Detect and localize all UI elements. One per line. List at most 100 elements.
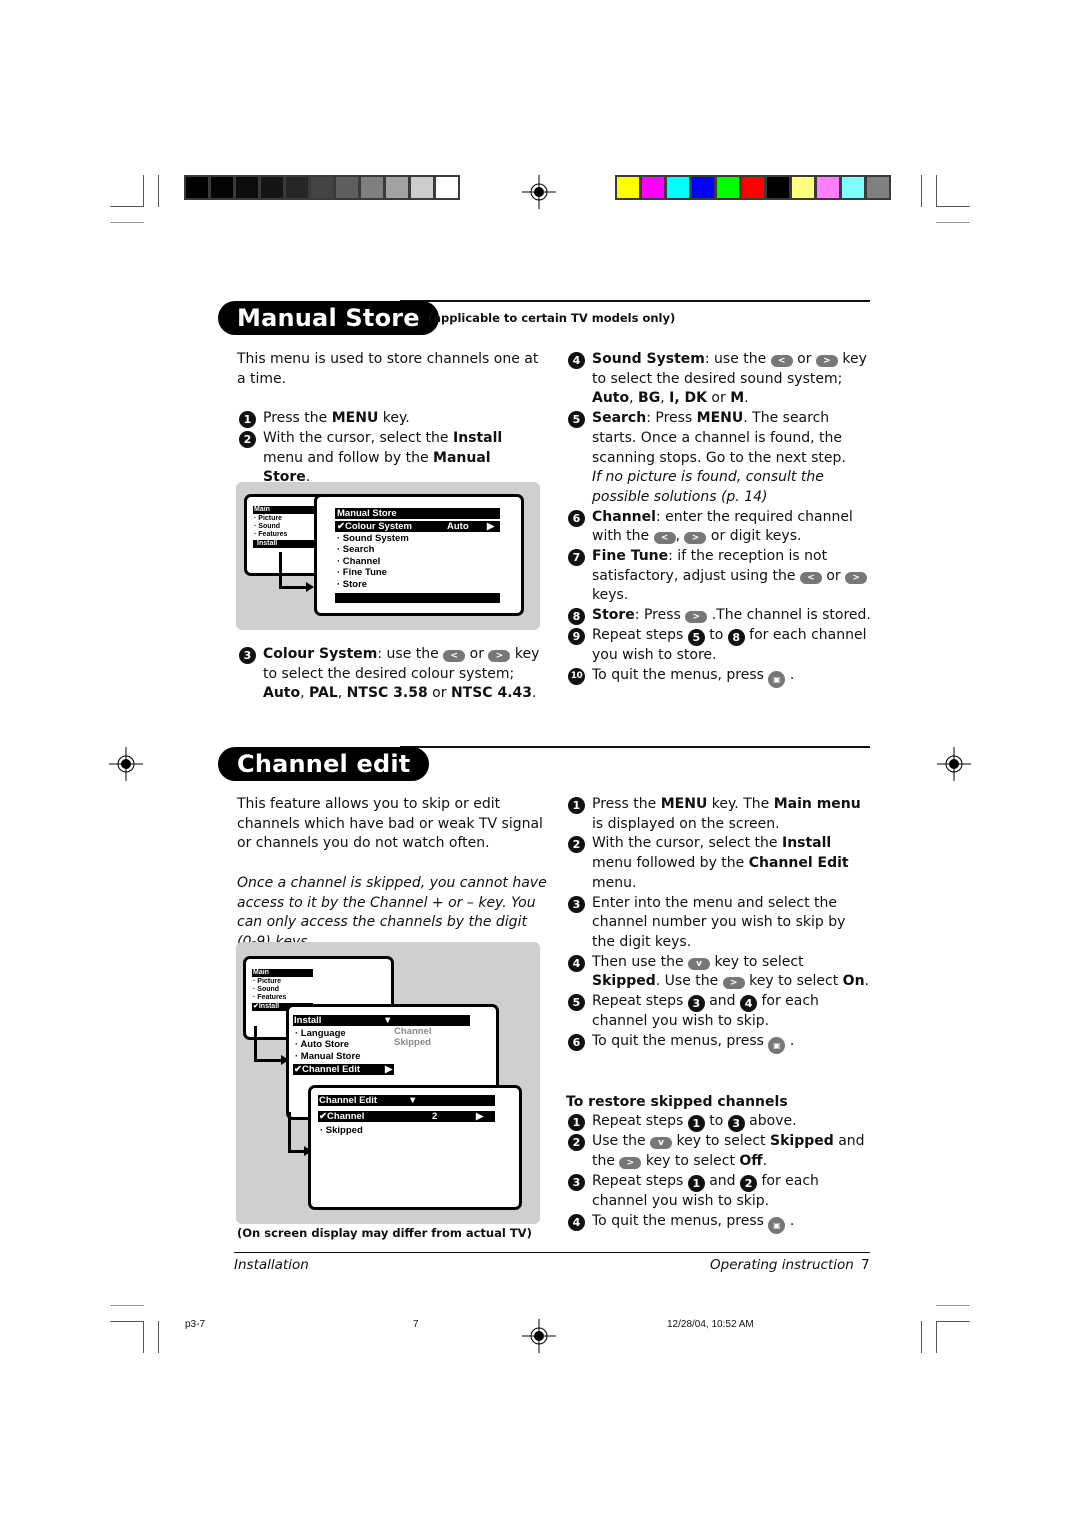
osd-items: · Sound System · Search · Channel · Fine… [337, 533, 409, 590]
manual-store-right-column: 4 Sound System: use the < or > key to sel… [566, 350, 871, 688]
calibration-swatch [667, 177, 689, 198]
osd-item: · Auto Store [295, 1039, 350, 1051]
crop-mark [110, 206, 144, 207]
crop-mark [158, 1321, 159, 1353]
color-calibration-bar [615, 175, 891, 200]
step-number-badge: 6 [568, 509, 585, 527]
osd-connector-line [279, 552, 282, 588]
osd-menu-title: Install [294, 1015, 322, 1026]
osd-item: · Sound System [337, 533, 409, 544]
slug-timestamp: 12/28/04, 10:52 AM [667, 1319, 754, 1330]
crop-mark [936, 1321, 970, 1322]
slug-file-label: p3-7 [185, 1319, 206, 1330]
osd-main-title: Main [252, 969, 313, 978]
down-key-icon: v [650, 1137, 673, 1150]
menu-key-icon: ▣ [768, 1036, 786, 1054]
right-key-icon: > [684, 532, 707, 545]
grayscale-calibration-bar [184, 175, 460, 200]
osd-selected-label: ✔Channel Edit [294, 1064, 361, 1075]
osd-selected-label: ✔Colour System [337, 521, 413, 532]
restore-step-1: 1 Repeat steps 1 to 3 above. [566, 1112, 871, 1133]
osd-install-selected-row: ✔Channel Edit ▶ [293, 1064, 394, 1076]
right-key-icon: > [815, 355, 838, 367]
arrow-right-icon [306, 582, 314, 592]
step-number-badge: 4 [568, 352, 585, 369]
right-key-icon: > [488, 650, 511, 662]
osd-selected-row: ✔Colour System Auto ▶ [335, 521, 500, 533]
step-number-badge: 1 [568, 797, 585, 814]
calibration-swatch [236, 177, 258, 198]
step-number-badge: 9 [568, 627, 585, 645]
calibration-swatch [361, 177, 383, 198]
osd-item: · Channel [337, 555, 381, 567]
slug-page-number: 7 [413, 1319, 419, 1330]
osd-item: · Fine Tune [337, 567, 387, 579]
calibration-swatch [767, 177, 789, 198]
channel-edit-right-column: 1 Press the MENU key. The Main menu is di… [566, 795, 871, 1234]
step-number-badge: 4 [568, 1213, 585, 1231]
step-number-badge: 1 [568, 1114, 585, 1132]
step-number-badge: 3 [239, 647, 256, 664]
osd-channel-selected-row: ✔Channel 2 ▶ [318, 1111, 495, 1123]
step-number-badge: 8 [568, 608, 585, 626]
osd-selected-value: Auto [447, 521, 469, 532]
arrow-right-icon: ▶ [476, 1111, 484, 1122]
osd-main-selected-item: Install [253, 540, 317, 549]
left-key-icon: < [653, 532, 676, 545]
calibration-swatch [792, 177, 814, 198]
manual-store-step-2: 2 With the cursor, select the Install men… [237, 429, 542, 488]
page-number: 7 [861, 1257, 870, 1273]
arrow-right-icon: ▶ [487, 521, 495, 532]
manual-store-intro: This menu is used to store channels one … [237, 351, 539, 387]
calibration-swatch [386, 177, 408, 198]
osd-disclaimer: (On screen display may differ from actua… [237, 1226, 532, 1240]
crop-mark [936, 1305, 970, 1306]
step-number-badge: 2 [568, 1134, 585, 1152]
crop-mark [936, 222, 970, 223]
crop-mark [158, 175, 159, 207]
step-number-badge: 4 [568, 954, 585, 972]
osd-ghost-label: Channel [394, 1026, 432, 1037]
osd-illustration-channel-edit: Main · Picture · Sound · Features ✔Insta… [236, 942, 540, 1224]
channel-edit-step-1: 1 Press the MENU key. The Main menu is di… [566, 795, 871, 834]
channel-edit-step-3: 3 Enter into the menu and select the chan… [566, 894, 871, 953]
osd-channel-edit-screen: Channel Edit ▼ ✔Channel 2 ▶ · Skipped [308, 1085, 522, 1210]
osd-selected-value: 2 [432, 1111, 438, 1122]
restore-step-4: 4 To quit the menus, press ▣ . [566, 1212, 871, 1234]
channel-edit-step-2: 2 With the cursor, select the Install men… [566, 834, 871, 893]
osd-item: · Features [254, 531, 288, 539]
calibration-swatch [692, 177, 714, 198]
step-number-badge: 3 [568, 1173, 585, 1191]
calibration-swatch [186, 177, 208, 198]
search-note: If no picture is found, consult the poss… [592, 469, 824, 505]
calibration-swatch [286, 177, 308, 198]
step-reference-badge: 3 [727, 1115, 745, 1133]
step-reference-badge: 1 [687, 1115, 705, 1133]
osd-ghost-label: Skipped [394, 1037, 431, 1049]
calibration-swatch [642, 177, 664, 198]
footer-rule [234, 1252, 870, 1253]
manual-store-step-9: 9 Repeat steps 5 to 8 for each channel yo… [566, 626, 871, 666]
crop-mark [143, 1321, 144, 1353]
osd-menu-title: Manual Store [335, 508, 500, 520]
manual-store-step-1: 1 Press the MENU key. [237, 409, 542, 429]
step-number-badge: 3 [568, 895, 585, 913]
calibration-swatch [261, 177, 283, 198]
step-number-badge: 5 [568, 994, 585, 1012]
osd-menu-title: Channel Edit [319, 1095, 378, 1106]
osd-item: · Picture [254, 515, 283, 522]
applicability-note: (applicable to certain TV models only) [428, 311, 676, 325]
osd-item: · Features [253, 994, 287, 1002]
crop-mark [936, 175, 937, 207]
step-number-badge: 5 [568, 411, 585, 429]
crop-mark [921, 1321, 922, 1353]
osd-item: · Skipped [320, 1125, 363, 1136]
left-key-icon: < [770, 355, 793, 367]
channel-edit-step-6: 6 To quit the menus, press ▣ . [566, 1032, 871, 1054]
calibration-swatch [842, 177, 864, 198]
crop-mark [110, 1321, 144, 1322]
section-rule [400, 746, 870, 748]
osd-item: · Picture [253, 978, 282, 985]
step-reference-badge: 3 [687, 995, 705, 1013]
osd-illustration-manual-store: Main · Picture · Sound · Features Instal… [236, 482, 540, 630]
